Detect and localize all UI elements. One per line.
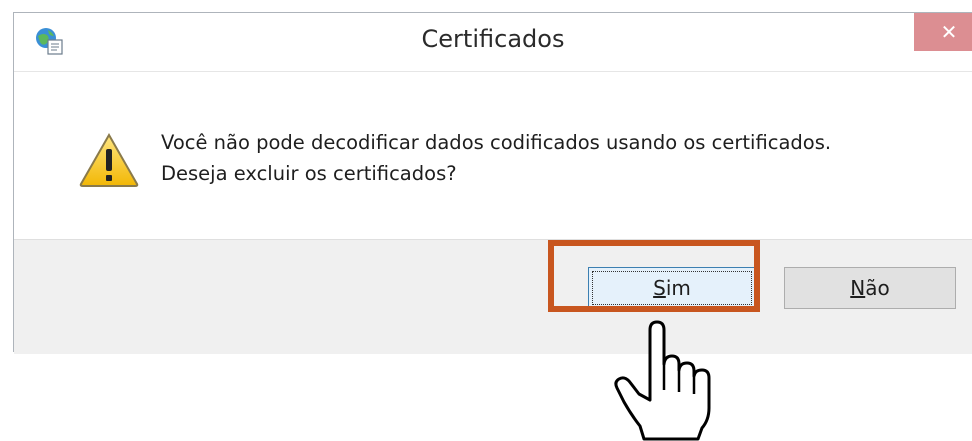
no-label-rest: ão: [865, 276, 890, 300]
title-bar: Certificados ✕: [14, 13, 972, 71]
warning-icon: [79, 132, 139, 187]
hand-pointer-icon: [614, 320, 711, 441]
dialog-message: Você não pode decodificar dados codifica…: [161, 127, 831, 189]
no-accelerator: N: [850, 276, 866, 300]
yes-button-highlight: [548, 240, 760, 312]
close-button[interactable]: ✕: [914, 13, 972, 51]
dialog-title: Certificados: [421, 25, 565, 53]
button-bar: Sim Não: [14, 239, 972, 354]
message-area: Você não pode decodificar dados codifica…: [14, 71, 972, 240]
no-button[interactable]: Não: [784, 267, 956, 309]
message-line-2: Deseja excluir os certificados?: [161, 162, 457, 185]
certificates-dialog: Certificados ✕ Você não pode decodificar…: [13, 12, 972, 354]
message-line-1: Você não pode decodificar dados codifica…: [161, 131, 832, 154]
